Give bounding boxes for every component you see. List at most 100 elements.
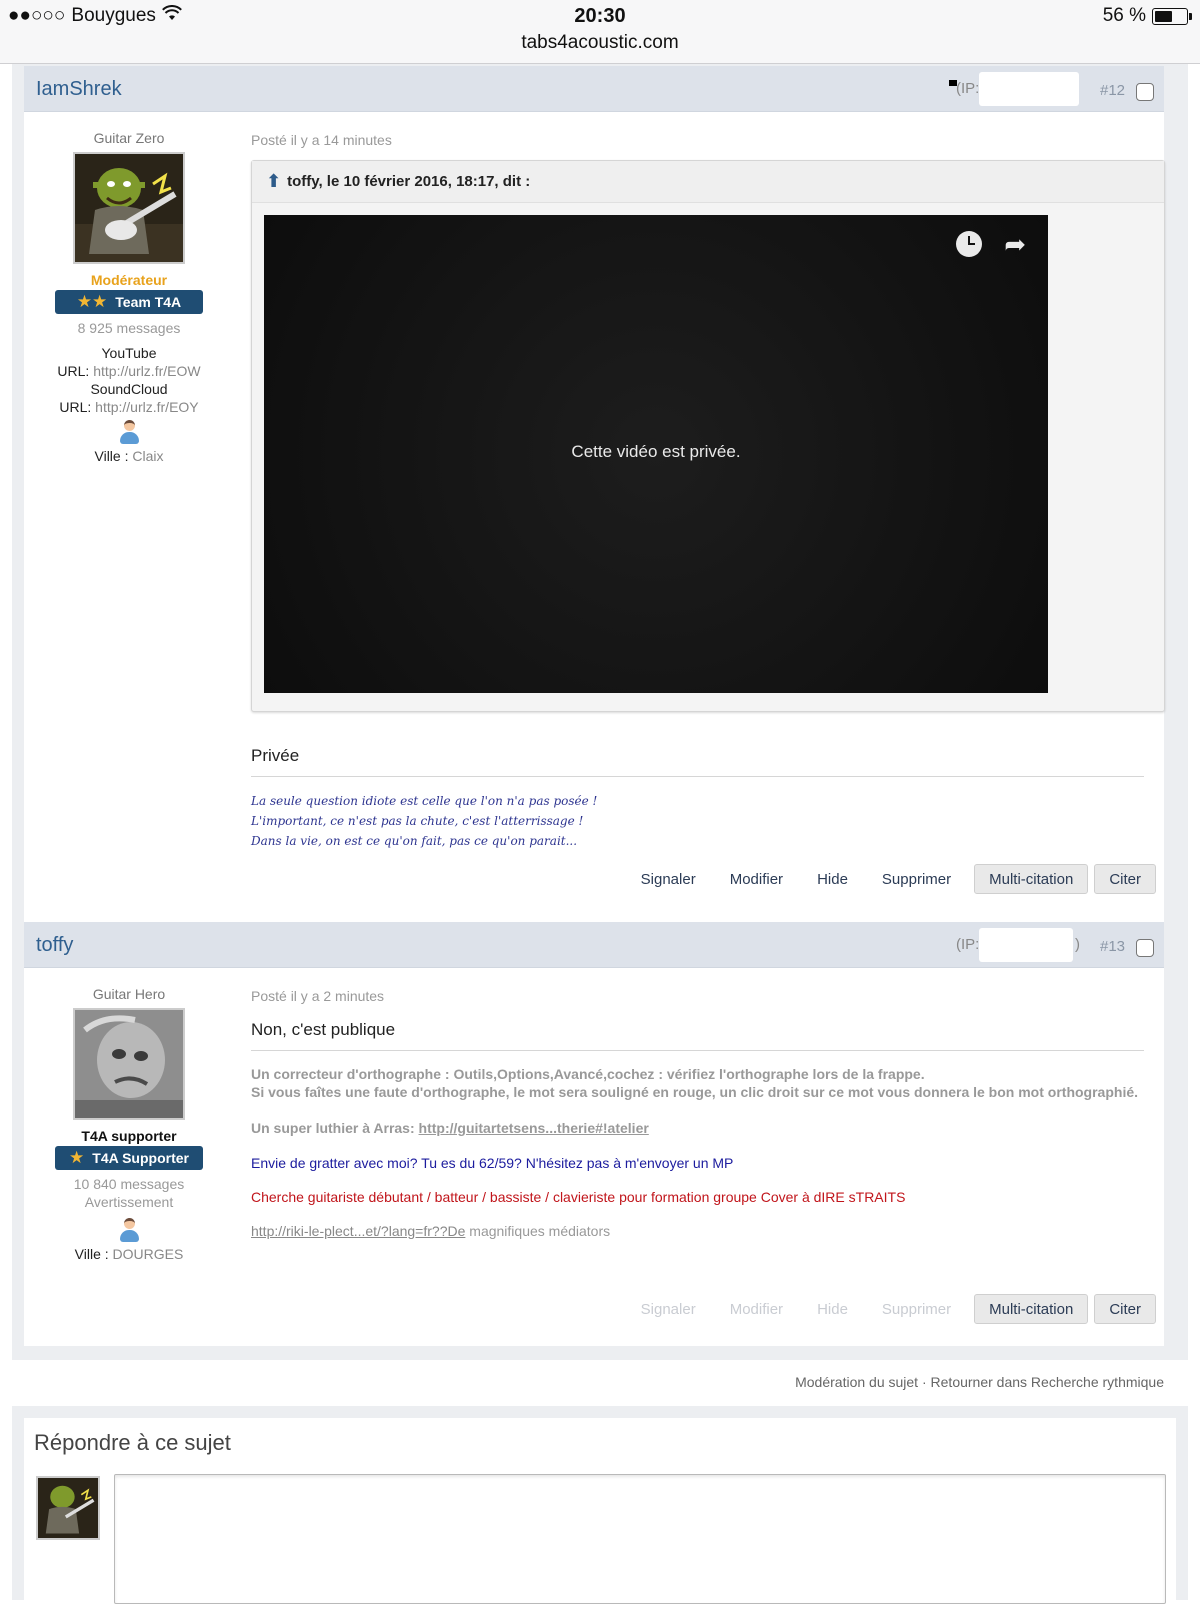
multi-quote-button[interactable]: Multi-citation xyxy=(974,864,1089,894)
ip-label: (IP: xyxy=(956,936,980,953)
delete-link[interactable]: Supprimer xyxy=(865,1301,968,1318)
luthier-link[interactable]: http://guitartetsens...therie#!atelier xyxy=(419,1120,649,1136)
post-header: IamShrek (IP: #12 xyxy=(24,66,1164,112)
post-message: Privée xyxy=(251,746,1144,777)
signature-line: Cherche guitariste débutant / batteur / … xyxy=(251,1189,906,1205)
profile-fields: YouTube URL: http://urlz.fr/EOW SoundClo… xyxy=(24,344,234,416)
ip-label: (IP: xyxy=(956,80,980,97)
shrek-avatar[interactable] xyxy=(73,152,185,264)
topic-footer-links: Modération du sujet · Retourner dans Rec… xyxy=(795,1374,1164,1390)
battery-info: 56 % xyxy=(1102,5,1192,27)
profile-field: YouTube xyxy=(24,344,234,362)
quote-block: ⬆ toffy, le 10 février 2016, 18:17, dit … xyxy=(251,160,1165,712)
luthier-label: Un super luthier à Arras: xyxy=(251,1120,415,1136)
signature-line: Si vous faîtes une faute d'orthographe, … xyxy=(251,1084,1139,1100)
quote-button[interactable]: Citer xyxy=(1094,864,1156,894)
post-select-checkbox[interactable] xyxy=(1136,939,1154,957)
ip-close: ) xyxy=(1075,936,1080,953)
edit-link[interactable]: Modifier xyxy=(713,1301,800,1318)
field-value: YouTube xyxy=(101,345,157,361)
address-bar[interactable]: tabs4acoustic.com xyxy=(0,32,1200,54)
field-label: URL: xyxy=(59,399,92,415)
hide-link[interactable]: Hide xyxy=(800,1301,865,1318)
separator: · xyxy=(918,1374,931,1390)
field-label: URL: xyxy=(57,363,90,379)
post-message: Non, c'est publique xyxy=(251,1020,1144,1051)
grey-face-avatar[interactable] xyxy=(73,1008,185,1120)
forum-post: toffy (IP: ) #13 Guitar Hero T4A support… xyxy=(24,922,1164,1346)
reply-panel: Répondre à ce sujet xyxy=(24,1418,1176,1604)
city-value: DOURGES xyxy=(112,1246,184,1262)
post-actions: Signaler Modifier Hide Supprimer Multi-c… xyxy=(624,1294,1156,1324)
ip-value-box xyxy=(979,72,1079,106)
reply-title: Répondre à ce sujet xyxy=(34,1430,231,1455)
team-badge: ★★ Team T4A xyxy=(55,290,203,314)
star-icon: ★ xyxy=(69,1148,85,1167)
user-city: Ville : Claix xyxy=(24,448,234,464)
post-header: toffy (IP: ) #13 xyxy=(24,922,1164,968)
message-count: 10 840 messages xyxy=(73,1176,185,1192)
back-to-forum-link[interactable]: Retourner dans Recherche rythmique xyxy=(931,1374,1164,1390)
post-list: IamShrek (IP: #12 Guitar Zero Modérateur… xyxy=(24,66,1165,1346)
star-icon: ★★ xyxy=(76,292,108,311)
post-select-checkbox[interactable] xyxy=(1136,83,1154,101)
post-number-link[interactable]: #12 xyxy=(1100,82,1125,99)
battery-level xyxy=(1155,10,1172,22)
city-value: Claix xyxy=(132,448,164,464)
post-content: Posté il y a 14 minutes ⬆ toffy, le 10 f… xyxy=(251,132,1165,851)
signature-line: http://riki-le-plect...et/?lang=fr??De m… xyxy=(251,1223,1144,1239)
badge-label: T4A Supporter xyxy=(92,1150,189,1166)
ip-value-box xyxy=(979,928,1073,962)
report-link[interactable]: Signaler xyxy=(624,1301,713,1318)
signature-line: Un correcteur d'orthographe : Outils,Opt… xyxy=(251,1066,925,1082)
quote-author: toffy, le 10 février 2016, 18:17, dit : xyxy=(287,173,531,190)
signature-line: La seule question idiote est celle que l… xyxy=(251,794,598,808)
youtube-url-link[interactable]: http://urlz.fr/EOW xyxy=(93,363,200,379)
user-role: Modérateur xyxy=(90,272,168,288)
profile-field: SoundCloud xyxy=(24,380,234,398)
user-rank: Guitar Zero xyxy=(93,130,165,146)
post-author-link[interactable]: IamShrek xyxy=(36,78,122,101)
moderation-link[interactable]: Modération du sujet xyxy=(795,1374,918,1390)
soundcloud-url-link[interactable]: http://urlz.fr/EOY xyxy=(95,399,198,415)
post-author-link[interactable]: toffy xyxy=(36,934,73,957)
multi-quote-button[interactable]: Multi-citation xyxy=(974,1294,1089,1324)
post-number-link[interactable]: #13 xyxy=(1100,938,1125,955)
city-label: Ville : xyxy=(94,448,129,464)
quote-button[interactable]: Citer xyxy=(1094,1294,1156,1324)
clock: 20:30 xyxy=(574,5,626,27)
quote-header: ⬆ toffy, le 10 février 2016, 18:17, dit … xyxy=(252,161,1164,203)
forum-post: IamShrek (IP: #12 Guitar Zero Modérateur… xyxy=(24,66,1165,922)
battery-percent: 56 % xyxy=(1102,5,1146,26)
delete-link[interactable]: Supprimer xyxy=(865,871,968,888)
my-avatar xyxy=(36,1476,100,1540)
riki-link[interactable]: http://riki-le-plect...et/?lang=fr??De xyxy=(251,1223,465,1239)
edit-link[interactable]: Modifier xyxy=(713,871,800,888)
hide-link[interactable]: Hide xyxy=(800,871,865,888)
quote-arrow-icon[interactable]: ⬆ xyxy=(266,171,281,192)
city-label: Ville : xyxy=(74,1246,109,1262)
gender-user-icon xyxy=(118,1218,140,1244)
user-role: T4A supporter xyxy=(81,1128,177,1144)
warning-link[interactable]: Avertissement xyxy=(24,1194,234,1210)
profile-field: URL: http://urlz.fr/EOW xyxy=(24,362,234,380)
user-city: Ville : DOURGES xyxy=(24,1246,234,1262)
signature-line: Un super luthier à Arras: http://guitart… xyxy=(251,1119,1144,1137)
signature-line: Dans la vie, on est ce qu'on fait, pas c… xyxy=(251,834,578,848)
clock-icon[interactable] xyxy=(956,231,982,257)
share-icon[interactable]: ➦ xyxy=(1004,229,1026,260)
reply-textarea[interactable] xyxy=(114,1474,1166,1604)
post-date: Posté il y a 2 minutes xyxy=(251,988,385,1004)
riki-suffix: magnifiques médiators xyxy=(465,1223,611,1239)
post-date: Posté il y a 14 minutes xyxy=(251,132,392,148)
signature-line: L'important, ce n'est pas la chute, c'es… xyxy=(251,814,584,828)
signature-line: Envie de gratter avec moi? Tu es du 62/5… xyxy=(251,1155,734,1171)
badge-label: Team T4A xyxy=(115,294,182,310)
ios-status-bar: ●●○○○ Bouygues 20:30 tabs4acoustic.com 5… xyxy=(0,0,1200,64)
post-content: Posté il y a 2 minutes Non, c'est publiq… xyxy=(251,988,1144,1239)
signature: Un correcteur d'orthographe : Outils,Opt… xyxy=(251,1065,1144,1239)
youtube-video-player[interactable]: ➦ Cette vidéo est privée. xyxy=(264,215,1048,693)
report-link[interactable]: Signaler xyxy=(624,871,713,888)
video-private-message: Cette vidéo est privée. xyxy=(571,442,741,461)
post-actions: Signaler Modifier Hide Supprimer Multi-c… xyxy=(624,864,1156,894)
